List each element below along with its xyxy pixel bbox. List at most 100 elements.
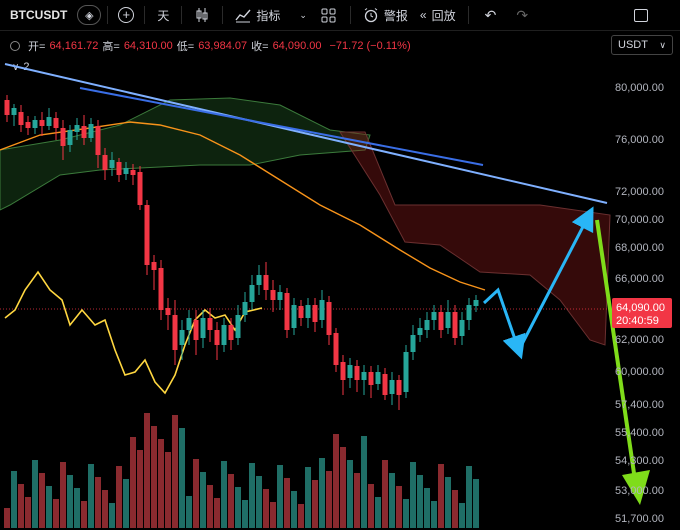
candle-body xyxy=(235,315,241,338)
current-price-badge xyxy=(612,298,672,328)
candle-body xyxy=(340,362,346,380)
volume-bar xyxy=(403,499,409,528)
price-tick: 53,000.00 xyxy=(615,485,664,497)
candle-body xyxy=(200,318,206,338)
volume-bar xyxy=(172,415,178,528)
candle-body xyxy=(137,172,143,205)
candle-body xyxy=(81,126,87,138)
volume-bar xyxy=(389,473,395,528)
volume-bar xyxy=(18,484,24,528)
divider xyxy=(107,6,109,24)
volume-bar xyxy=(46,486,52,528)
volume-bar xyxy=(228,474,234,528)
plus-circle-icon: + xyxy=(118,7,135,23)
countdown-value: 20:40:59 xyxy=(616,315,659,327)
fullscreen-button[interactable] xyxy=(634,0,648,30)
candle-body xyxy=(466,305,472,320)
candle-body xyxy=(109,160,115,168)
currency-select[interactable]: USDT ∨ xyxy=(611,35,673,55)
ichimoku-cloud-green xyxy=(0,97,371,211)
grid-icon xyxy=(321,8,336,22)
alert-label: 警报 xyxy=(383,8,408,23)
candle-body xyxy=(452,312,458,338)
top-toolbar: BTCUSDT ◈ + 天 指标 ⌄ 警报 « 回放 ↶ ↷ xyxy=(0,0,680,31)
candle-body xyxy=(221,325,227,345)
volume-bar xyxy=(326,471,332,528)
high-label: 高= xyxy=(102,41,120,53)
alarm-clock-icon xyxy=(364,8,378,23)
volume-bar xyxy=(431,501,437,528)
indicators-label: 指标 xyxy=(256,8,281,23)
indicator-toggle[interactable]: ∨ 2 xyxy=(12,61,29,73)
volume-bar xyxy=(60,462,66,528)
candle-body xyxy=(396,380,402,395)
price-chart[interactable]: 80,000.00 76,000.00 72,000.00 70,000.00 … xyxy=(0,0,680,530)
price-tick: 70,000.00 xyxy=(615,214,664,226)
candle-body xyxy=(263,275,269,290)
volume-bar xyxy=(32,460,38,528)
volume-bar xyxy=(368,484,374,528)
layout-button[interactable] xyxy=(313,0,344,30)
low-value: 63,984.07 xyxy=(198,40,248,52)
volume-bar xyxy=(207,485,213,528)
volume-bar xyxy=(382,460,388,528)
trendline-long xyxy=(4,63,608,204)
candle-body xyxy=(284,293,290,330)
undo-icon: ↶ xyxy=(484,6,497,23)
volume-bar xyxy=(25,497,31,528)
candle-body xyxy=(410,335,416,352)
replay-button[interactable]: « 回放 xyxy=(414,0,462,30)
volume-bar xyxy=(214,498,220,528)
add-symbol-button[interactable]: + xyxy=(114,0,138,30)
candle-body xyxy=(158,268,164,310)
volume-bar xyxy=(179,428,185,528)
green-arrow-shaft xyxy=(595,219,638,488)
ohlc-legend: 开= 64,161.72 高= 64,310.00 低= 63,984.07 收= 64… xyxy=(10,38,411,54)
volume-bar xyxy=(158,439,164,528)
diamond-icon[interactable]: ◈ xyxy=(77,5,102,25)
candle-body xyxy=(95,126,101,155)
volume-bar xyxy=(466,466,472,528)
volume-bar xyxy=(242,500,248,528)
divider xyxy=(349,6,351,24)
price-tick: 51,700.00 xyxy=(615,513,664,525)
volume-bar xyxy=(53,499,59,528)
interval-button[interactable]: 天 xyxy=(151,0,175,30)
candle-body xyxy=(473,300,479,306)
price-tick: 68,000.00 xyxy=(615,242,664,254)
volume-bar xyxy=(270,502,276,528)
volume-bar xyxy=(130,437,136,528)
volume-bar xyxy=(144,413,150,528)
candle-body xyxy=(39,120,45,126)
volume-bar xyxy=(256,476,262,528)
symbol-search[interactable]: BTCUSDT xyxy=(4,4,73,26)
volume-bar xyxy=(109,503,115,528)
candle-body xyxy=(144,205,150,265)
chart-type-button[interactable] xyxy=(188,0,216,30)
candle-body xyxy=(403,352,409,392)
price-tick: 76,000.00 xyxy=(615,134,664,146)
volume-bar xyxy=(305,467,311,528)
candle-body xyxy=(368,372,374,385)
redo-button[interactable]: ↷ xyxy=(506,0,538,30)
candle-body xyxy=(179,330,185,345)
candle-body xyxy=(319,300,325,320)
volume-bar xyxy=(165,452,171,528)
candle-body xyxy=(214,330,220,345)
price-tick: 66,000.00 xyxy=(615,273,664,285)
volume-bar xyxy=(354,473,360,528)
alert-button[interactable]: 警报 xyxy=(357,0,414,30)
candle-body xyxy=(445,312,451,328)
price-axis[interactable]: 80,000.00 76,000.00 72,000.00 70,000.00 … xyxy=(615,82,664,525)
volume-bar xyxy=(88,464,94,528)
undo-button[interactable]: ↶ xyxy=(475,0,507,30)
volume-bar xyxy=(298,504,304,528)
candle-body xyxy=(165,308,171,315)
ichimoku-cloud-red xyxy=(339,131,611,346)
candle-body xyxy=(4,100,10,115)
indicators-button[interactable]: 指标 ⌄ xyxy=(229,0,313,30)
candle-body xyxy=(270,290,276,300)
volume-bar xyxy=(221,461,227,528)
volume-bar xyxy=(375,497,381,528)
volume-bar xyxy=(74,488,80,528)
